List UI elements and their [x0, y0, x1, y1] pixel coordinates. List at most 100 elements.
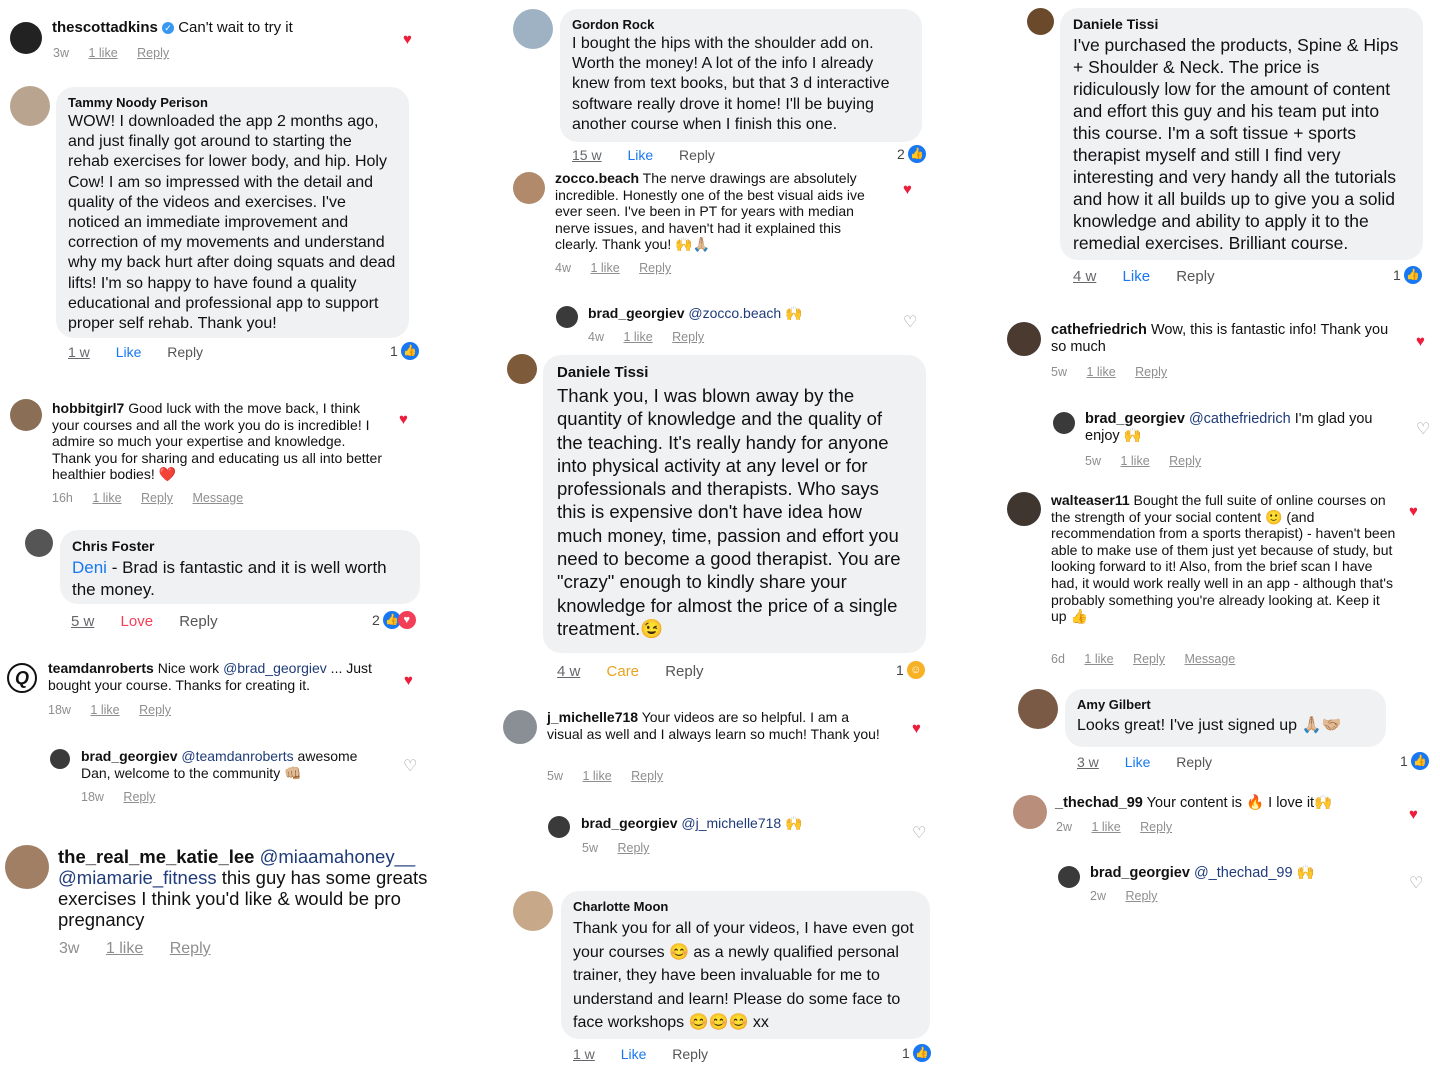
- heart-icon[interactable]: ♥: [1416, 334, 1425, 349]
- reply-link[interactable]: Reply: [137, 46, 169, 60]
- username[interactable]: zocco.beach: [555, 170, 639, 186]
- avatar[interactable]: [1058, 866, 1080, 888]
- avatar[interactable]: [1053, 412, 1075, 434]
- reply-link[interactable]: Reply: [179, 613, 217, 630]
- timestamp[interactable]: 1 w: [573, 1046, 595, 1062]
- mention-link[interactable]: @teamdanroberts: [181, 748, 293, 764]
- avatar[interactable]: Q: [7, 663, 37, 693]
- mention-link[interactable]: Deni: [72, 558, 107, 577]
- reply-link[interactable]: Reply: [1169, 454, 1201, 468]
- love-button[interactable]: Love: [121, 613, 154, 630]
- avatar[interactable]: [1018, 689, 1058, 729]
- reply-link[interactable]: Reply: [1176, 754, 1212, 770]
- likes-count[interactable]: 1 like: [90, 703, 119, 717]
- timestamp[interactable]: 5 w: [71, 613, 94, 630]
- likes-count[interactable]: 1 like: [1084, 652, 1113, 666]
- commenter-name[interactable]: Chris Foster: [72, 538, 408, 554]
- reply-link[interactable]: Reply: [139, 703, 171, 717]
- heart-icon[interactable]: ♥: [903, 182, 912, 197]
- username[interactable]: brad_georgiev: [581, 815, 677, 831]
- mention-link[interactable]: @j_michelle718: [681, 815, 781, 831]
- commenter-name[interactable]: Daniele Tissi: [557, 364, 912, 381]
- mention-link[interactable]: @brad_georgiev: [223, 660, 327, 676]
- avatar[interactable]: [513, 891, 553, 931]
- reply-link[interactable]: Reply: [631, 769, 663, 783]
- heart-outline-icon[interactable]: ♡: [903, 315, 917, 331]
- timestamp[interactable]: 4 w: [1073, 268, 1096, 285]
- like-button[interactable]: Like: [1123, 268, 1151, 285]
- avatar[interactable]: [50, 749, 70, 769]
- avatar[interactable]: [1007, 492, 1041, 526]
- avatar[interactable]: [5, 845, 49, 889]
- username[interactable]: brad_georgiev: [1090, 865, 1190, 881]
- avatar[interactable]: [10, 22, 42, 54]
- message-link[interactable]: Message: [192, 491, 243, 505]
- timestamp[interactable]: 4 w: [557, 663, 580, 680]
- heart-outline-icon[interactable]: ♡: [1409, 876, 1423, 892]
- reply-link[interactable]: Reply: [665, 663, 703, 680]
- likes-count[interactable]: 1 like: [1120, 454, 1149, 468]
- heart-outline-icon[interactable]: ♡: [1416, 422, 1430, 438]
- avatar[interactable]: [10, 86, 50, 126]
- avatar[interactable]: [1007, 322, 1041, 356]
- commenter-name[interactable]: Amy Gilbert: [1077, 697, 1374, 712]
- reply-link[interactable]: Reply: [1125, 889, 1157, 903]
- reply-link[interactable]: Reply: [617, 841, 649, 855]
- mention-link[interactable]: @zocco.beach: [688, 305, 781, 321]
- likes-count[interactable]: 1 like: [1086, 365, 1115, 379]
- timestamp[interactable]: 15 w: [572, 147, 602, 163]
- care-button[interactable]: Care: [607, 663, 640, 680]
- likes-count[interactable]: 1 like: [106, 940, 143, 957]
- reply-link[interactable]: Reply: [167, 344, 203, 360]
- like-button[interactable]: Like: [1125, 754, 1151, 770]
- heart-icon[interactable]: ♥: [403, 32, 412, 47]
- username[interactable]: brad_georgiev: [81, 748, 177, 764]
- heart-icon[interactable]: ♥: [1409, 504, 1418, 519]
- username[interactable]: _thechad_99: [1055, 795, 1143, 811]
- heart-icon[interactable]: ♥: [404, 673, 413, 688]
- avatar[interactable]: [507, 354, 537, 384]
- username[interactable]: cathefriedrich: [1051, 322, 1147, 338]
- reply-link[interactable]: Reply: [1176, 268, 1214, 285]
- reply-link[interactable]: Reply: [1133, 652, 1165, 666]
- commenter-name[interactable]: Daniele Tissi: [1073, 16, 1410, 32]
- likes-count[interactable]: 1 like: [92, 491, 121, 505]
- avatar[interactable]: [1013, 795, 1047, 829]
- avatar[interactable]: [556, 306, 578, 328]
- reply-link[interactable]: Reply: [1140, 820, 1172, 834]
- avatar[interactable]: [1027, 8, 1054, 35]
- username[interactable]: brad_georgiev: [1085, 411, 1185, 427]
- like-button[interactable]: Like: [627, 147, 653, 163]
- heart-outline-icon[interactable]: ♡: [912, 826, 926, 842]
- username[interactable]: j_michelle718: [547, 709, 638, 725]
- username[interactable]: the_real_me_katie_lee: [58, 846, 254, 867]
- likes-count[interactable]: 1 like: [88, 46, 117, 60]
- heart-icon[interactable]: ♥: [912, 721, 921, 736]
- like-button[interactable]: Like: [116, 344, 142, 360]
- reply-link[interactable]: Reply: [141, 491, 173, 505]
- username[interactable]: thescottadkins: [52, 19, 158, 36]
- reply-link[interactable]: Reply: [639, 261, 671, 275]
- likes-count[interactable]: 1 like: [590, 261, 619, 275]
- heart-icon[interactable]: ♥: [399, 412, 408, 427]
- message-link[interactable]: Message: [1185, 652, 1236, 666]
- likes-count[interactable]: 1 like: [1091, 820, 1120, 834]
- reply-link[interactable]: Reply: [672, 1046, 708, 1062]
- like-button[interactable]: Like: [621, 1046, 647, 1062]
- reply-link[interactable]: Reply: [672, 330, 704, 344]
- avatar[interactable]: [25, 529, 53, 557]
- commenter-name[interactable]: Tammy Noody Perison: [68, 95, 397, 110]
- timestamp[interactable]: 1 w: [68, 344, 90, 360]
- commenter-name[interactable]: Gordon Rock: [572, 17, 910, 32]
- reply-link[interactable]: Reply: [123, 790, 155, 804]
- avatar[interactable]: [503, 710, 537, 744]
- username[interactable]: hobbitgirl7: [52, 400, 124, 416]
- mention-link[interactable]: @cathefriedrich: [1189, 411, 1291, 427]
- username[interactable]: brad_georgiev: [588, 305, 684, 321]
- avatar[interactable]: [10, 399, 42, 431]
- username[interactable]: walteaser11: [1051, 492, 1130, 508]
- likes-count[interactable]: 1 like: [623, 330, 652, 344]
- mention-link[interactable]: @_thechad_99: [1194, 865, 1293, 881]
- reply-link[interactable]: Reply: [679, 147, 715, 163]
- commenter-name[interactable]: Charlotte Moon: [573, 899, 918, 914]
